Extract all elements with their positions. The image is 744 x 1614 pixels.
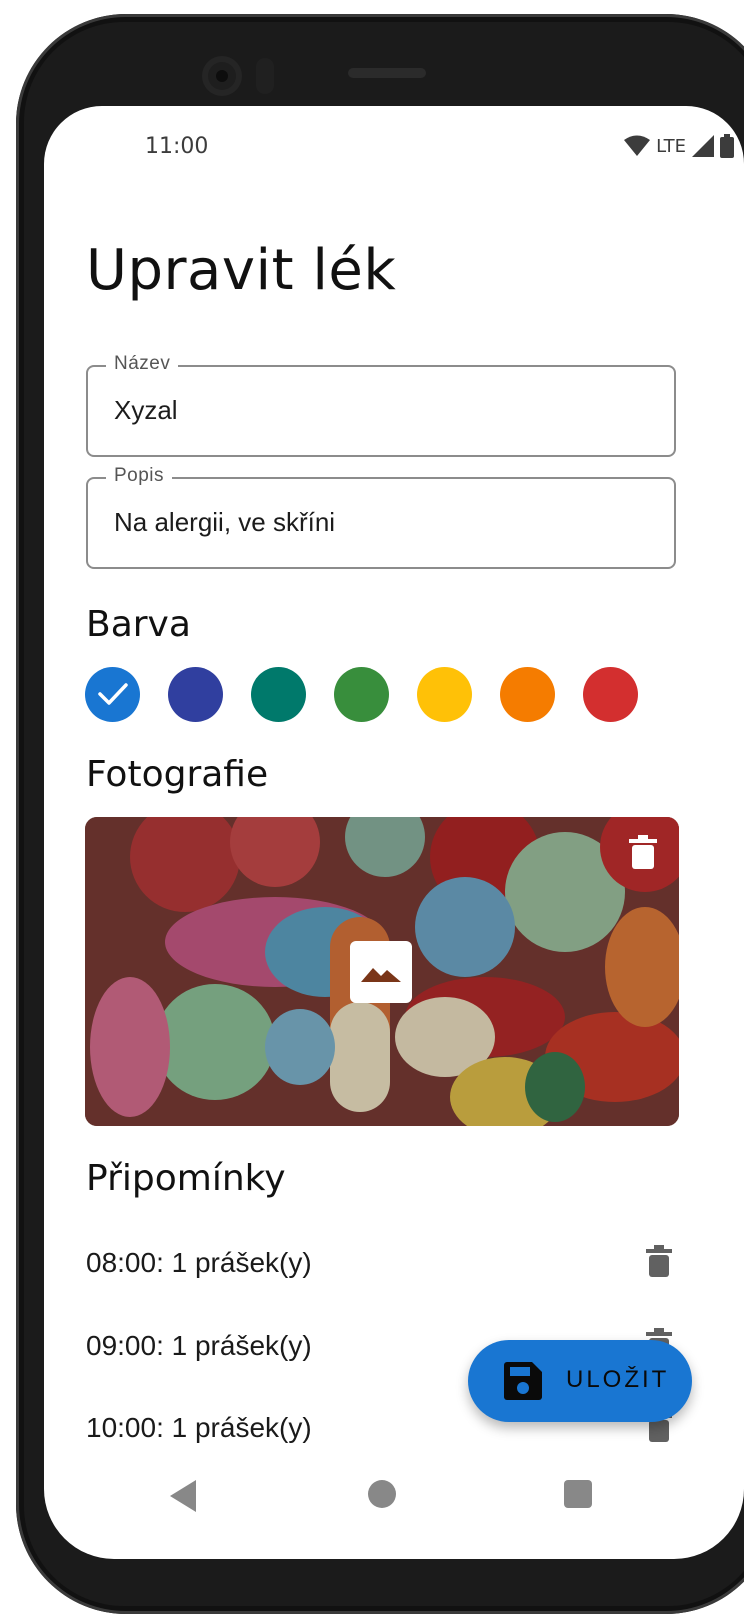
front-camera	[202, 56, 242, 96]
medicine-photo[interactable]	[85, 817, 679, 1126]
check-icon	[98, 683, 128, 705]
back-icon[interactable]	[170, 1480, 198, 1512]
color-swatch-orange[interactable]	[500, 667, 555, 722]
app-screen: 11:00 LTE Upravit lék Název Xyzal Popis …	[44, 106, 744, 1559]
reminder-text: 10:00: 1 prášek(y)	[86, 1412, 312, 1443]
name-field[interactable]: Název Xyzal	[86, 353, 676, 457]
proximity-sensor	[256, 58, 274, 94]
status-time: 11:00	[145, 134, 209, 159]
description-field[interactable]: Popis Na alergii, ve skříni	[86, 465, 676, 569]
trash-icon[interactable]	[646, 1245, 672, 1277]
save-button[interactable]: ULOŽIT	[468, 1340, 692, 1422]
reminder-text: 08:00: 1 prášek(y)	[86, 1247, 312, 1278]
battery-icon	[720, 134, 734, 158]
color-swatch-green[interactable]	[334, 667, 389, 722]
color-swatch-amber[interactable]	[417, 667, 472, 722]
image-icon	[361, 968, 401, 982]
reminder-text: 09:00: 1 prášek(y)	[86, 1330, 312, 1361]
color-swatch-red[interactable]	[583, 667, 638, 722]
color-swatch-teal[interactable]	[251, 667, 306, 722]
color-swatch-indigo[interactable]	[168, 667, 223, 722]
system-nav-bar	[44, 1456, 744, 1526]
home-icon[interactable]	[368, 1480, 396, 1508]
recents-icon[interactable]	[564, 1480, 592, 1508]
status-icons: LTE	[624, 134, 734, 158]
photo-delete-icon[interactable]	[629, 835, 657, 869]
description-field-value[interactable]: Na alergii, ve skříni	[114, 507, 335, 538]
reminder-row-0[interactable]: 08:00: 1 prášek(y)	[86, 1245, 686, 1287]
reminders-heading: Připomínky	[86, 1158, 286, 1199]
save-icon	[504, 1362, 542, 1400]
color-swatches	[85, 667, 638, 722]
save-button-label: ULOŽIT	[566, 1366, 670, 1393]
page-title: Upravit lék	[86, 238, 397, 303]
photo-heading: Fotografie	[86, 754, 269, 795]
description-field-label: Popis	[106, 465, 173, 487]
change-photo-button[interactable]	[350, 941, 412, 1003]
name-field-value[interactable]: Xyzal	[114, 395, 178, 426]
status-bar: 11:00 LTE	[44, 106, 744, 192]
signal-icon	[692, 135, 714, 157]
color-heading: Barva	[86, 604, 191, 645]
earpiece-speaker	[348, 68, 426, 78]
wifi-icon	[624, 135, 651, 156]
color-swatch-blue[interactable]	[85, 667, 140, 722]
name-field-label: Název	[106, 353, 179, 375]
network-type: LTE	[656, 135, 686, 157]
